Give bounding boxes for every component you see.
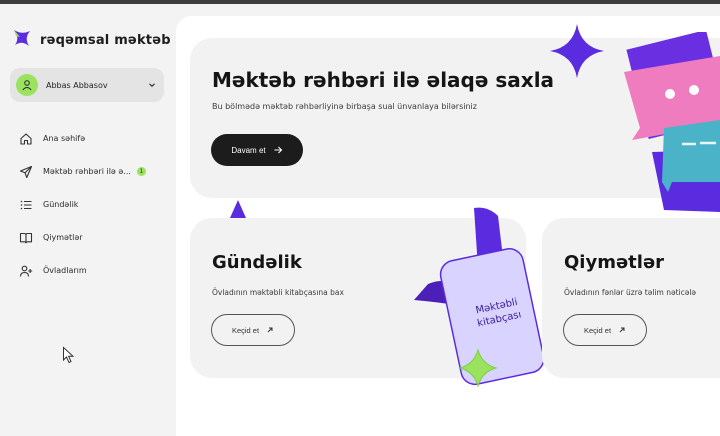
user-plus-icon (18, 263, 34, 279)
sidebar-nav: Ana səhifə Məktəb rəhbəri ilə ə... 1 Gün… (18, 122, 146, 287)
sidebar-item-label: Gündəlik (43, 200, 79, 209)
book-icon (18, 230, 34, 246)
hero-subtitle: Bu bölmədə məktəb rəhbərliyinə birbaşa s… (212, 102, 477, 111)
send-icon (18, 164, 34, 180)
grades-link-button[interactable]: Keçid et (563, 314, 647, 346)
sidebar-item-label: Övladlarım (43, 266, 87, 275)
logo-star-icon (12, 28, 32, 52)
avatar (16, 74, 38, 96)
sidebar-item-contact-principal[interactable]: Məktəb rəhbəri ilə ə... 1 (18, 155, 146, 188)
arrow-up-right-icon (619, 327, 625, 333)
sidebar-item-label: Məktəb rəhbəri ilə ə... (43, 167, 131, 176)
sparkle-decoration (550, 24, 604, 78)
user-menu[interactable]: Abbas Abbasov (10, 68, 164, 102)
hero-title: Məktəb rəhbəri ilə əlaqə saxla (212, 68, 555, 92)
sidebar-item-label: Ana səhifə (43, 134, 86, 143)
sidebar-item-children[interactable]: Övladlarım (18, 254, 146, 287)
sidebar-item-diary[interactable]: Gündəlik (18, 188, 146, 221)
home-icon (18, 131, 34, 147)
triangle-decoration (230, 200, 246, 218)
list-icon (18, 197, 34, 213)
card-title: Gündəlik (212, 252, 302, 273)
sidebar-item-grades[interactable]: Qiymətlər (18, 221, 146, 254)
app-name: rəqəmsal məktəb (40, 32, 171, 48)
user-name: Abbas Abbasov (46, 80, 108, 90)
arrow-up-right-icon (267, 327, 273, 333)
app-logo[interactable]: rəqəmsal məktəb (12, 28, 171, 52)
grades-card: Qiymətlər Övladının fənlər üzrə təlim nə… (542, 218, 720, 378)
card-subtitle: Övladının məktəbli kitabçasına bax (212, 288, 344, 297)
chevron-down-icon[interactable] (148, 81, 156, 89)
continue-button[interactable]: Davam et (211, 134, 303, 166)
notification-badge: 1 (136, 167, 146, 176)
link-button-label: Keçid et (231, 325, 260, 335)
user-icon (22, 80, 32, 91)
card-subtitle: Övladının fənlər üzrə təlim nəticələ (564, 288, 697, 297)
chat-bubbles-illustration (624, 32, 720, 212)
continue-button-label: Davam et (231, 145, 266, 155)
sidebar-item-label: Qiymətlər (43, 233, 83, 242)
card-title: Qiymətlər (564, 252, 665, 273)
mouse-cursor-icon (62, 346, 76, 368)
sidebar-item-home[interactable]: Ana səhifə (18, 122, 146, 155)
link-button-label: Keçid et (583, 325, 612, 335)
diary-link-button[interactable]: Keçid et (211, 314, 295, 346)
arrow-right-icon (274, 146, 282, 154)
